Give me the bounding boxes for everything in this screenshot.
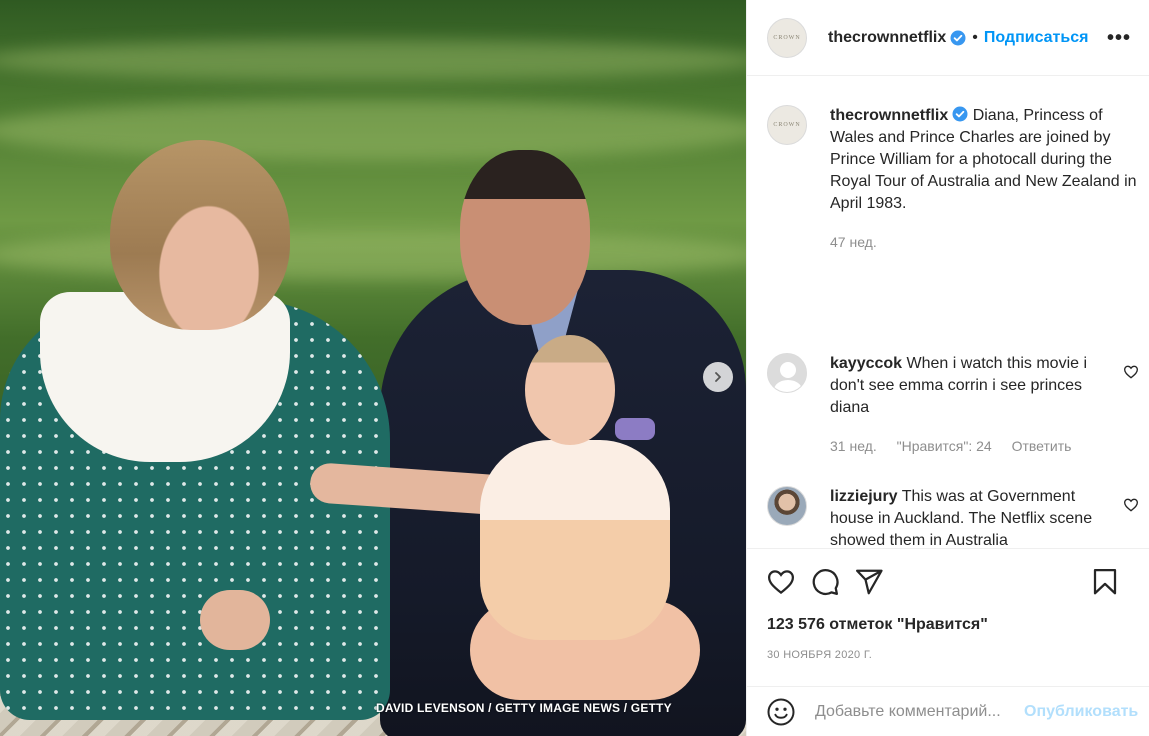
comment-body: kayyccok When i watch this movie i don't… (830, 353, 1115, 457)
comment-body: lizziejury This was at Government house … (830, 486, 1115, 547)
avatar-logo-text: CROWN (773, 122, 801, 128)
like-comment-heart-icon[interactable] (1123, 497, 1139, 513)
caption-body: thecrownnetflix Diana, Princess of Wales… (830, 105, 1143, 253)
comment-input[interactable] (815, 702, 1020, 721)
chevron-right-icon (715, 372, 721, 382)
paper-plane-icon (856, 569, 883, 594)
caption-timestamp[interactable]: 47 нед. (830, 234, 877, 250)
caption-meta: 47 нед. (830, 231, 1143, 253)
heart-icon (767, 569, 795, 594)
lawn-highlight (0, 40, 746, 80)
share-button[interactable] (853, 566, 885, 598)
diana-hand (200, 590, 270, 650)
avatar[interactable]: CROWN (767, 105, 807, 145)
next-photo-button[interactable] (703, 362, 733, 392)
like-count[interactable]: 123 576 отметок "Нравится" (767, 616, 988, 634)
comment-username[interactable]: kayyccok (830, 355, 902, 372)
avatar[interactable]: CROWN (767, 17, 807, 58)
post-actions (747, 548, 1149, 614)
avatar[interactable] (767, 486, 807, 526)
comment-composer: Опубликовать (747, 686, 1149, 736)
like-comment-heart-icon[interactable] (1123, 364, 1139, 380)
save-button[interactable] (1089, 566, 1121, 598)
comment-item: kayyccok When i watch this movie i don't… (767, 353, 1143, 457)
post-caption: CROWN thecrownnetflix Diana, Princess of… (767, 105, 1143, 253)
baby-body (480, 440, 670, 640)
publish-button[interactable]: Опубликовать (1024, 703, 1138, 721)
photo-credit: DAVID LEVENSON / GETTY IMAGE NEWS / GETT… (376, 701, 672, 715)
like-button[interactable] (765, 566, 797, 598)
follow-button[interactable]: Подписаться (984, 29, 1089, 47)
post-header: CROWN thecrownnetflix • Подписаться ••• (747, 0, 1149, 76)
charles-head (460, 150, 590, 325)
verified-badge-icon (952, 106, 968, 122)
baby-head (525, 335, 615, 445)
post-side-panel: CROWN thecrownnetflix • Подписаться ••• … (746, 0, 1149, 736)
emoji-smile-icon (767, 698, 795, 725)
diana-head (110, 140, 290, 330)
comment-timestamp[interactable]: 31 нед. (830, 438, 877, 454)
avatar[interactable] (767, 353, 807, 393)
bookmark-icon (1093, 569, 1117, 595)
comment-meta: 31 нед. "Нравится": 24 Ответить (830, 435, 1115, 457)
pocket-square (615, 418, 655, 440)
verified-badge-icon (950, 30, 966, 45)
reply-button[interactable]: Ответить (1012, 438, 1072, 454)
header-username[interactable]: thecrownnetflix (828, 29, 946, 47)
comment-item: lizziejury This was at Government house … (767, 486, 1143, 547)
post-photo[interactable]: DAVID LEVENSON / GETTY IMAGE NEWS / GETT… (0, 0, 746, 736)
comment-like-count[interactable]: "Нравится": 24 (897, 438, 992, 454)
emoji-button[interactable] (765, 696, 797, 728)
comments-list[interactable]: CROWN thecrownnetflix Diana, Princess of… (747, 77, 1149, 547)
more-options-button[interactable]: ••• (1107, 28, 1131, 48)
header-separator: • (972, 28, 978, 46)
caption-username[interactable]: thecrownnetflix (830, 107, 948, 124)
lawn-highlight (0, 100, 746, 160)
comment-button[interactable] (809, 566, 841, 598)
comment-username[interactable]: lizziejury (830, 488, 898, 505)
avatar-logo-text: CROWN (773, 34, 801, 41)
comment-bubble-icon (812, 568, 839, 595)
instagram-post: DAVID LEVENSON / GETTY IMAGE NEWS / GETT… (0, 0, 1149, 736)
post-date[interactable]: 30 НОЯБРЯ 2020 Г. (767, 649, 872, 661)
